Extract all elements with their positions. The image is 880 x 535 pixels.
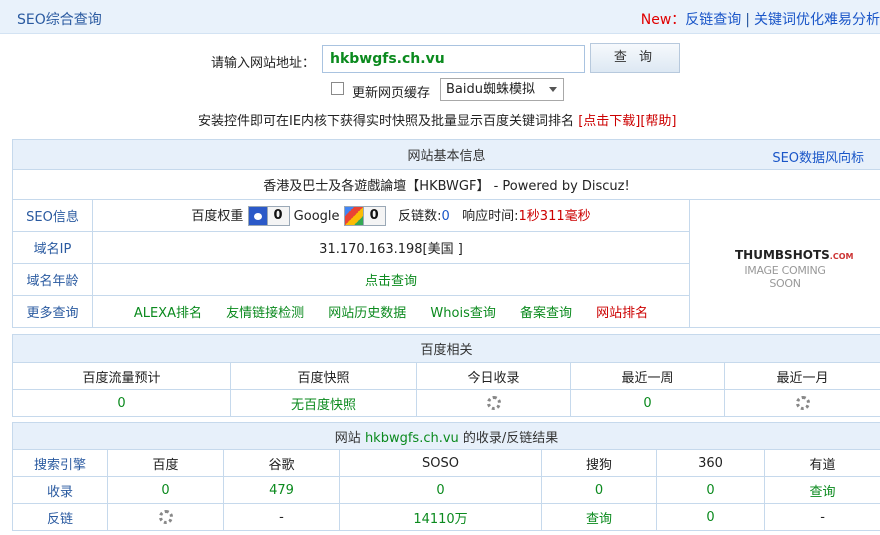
col-search-engine: 搜索引擎 — [12, 449, 108, 477]
install-text: 安装控件即可在IE内核下获得实时快照及批量显示百度关键词排名 — [198, 114, 575, 129]
domain-ip-label: 域名IP — [12, 231, 93, 264]
indexed-360: 0 — [656, 476, 765, 504]
thumbshots-logo: THUMBSHOTS.COM — [735, 248, 853, 262]
indexed-google: 479 — [223, 476, 340, 504]
baidu-month-value — [723, 389, 880, 417]
baidu-today-value — [416, 389, 571, 417]
install-notice: 安装控件即可在IE内核下获得实时快照及批量显示百度关键词排名 [点击下载][帮助… — [198, 110, 677, 129]
response-time-value: 1秒311毫秒 — [518, 208, 591, 224]
thumbshots-logo-suffix: .COM — [829, 252, 854, 261]
query-button[interactable]: 查 询 — [590, 43, 680, 73]
more-queries-links: ALEXA排名 友情链接检测 网站历史数据 Whois查询 备案查询 网站排名 — [92, 295, 690, 328]
backlinks-label: 反链数: — [398, 208, 442, 224]
domain-ip-value: 31.170.163.198[美国 ] — [92, 231, 690, 264]
top-bar: SEO综合查询 New：反链查询 | 关键词优化难易分析 — [0, 0, 880, 34]
col-360: 360 — [656, 449, 765, 477]
baidu-weight-value: 0 — [266, 207, 289, 226]
indexed-baidu: 0 — [107, 476, 224, 504]
google-label: Google — [293, 208, 340, 224]
response-time-label: 响应时间: — [462, 208, 519, 224]
backlinks-value: 0 — [441, 208, 450, 224]
chevron-down-icon — [549, 87, 557, 92]
col-youdao: 有道 — [763, 449, 880, 477]
site-rank-link[interactable]: 网站排名 — [596, 306, 648, 321]
thumbshots-subtitle: IMAGE COMING SOON — [744, 264, 826, 290]
col-soso: SOSO — [339, 449, 542, 477]
backlink-query-link[interactable]: 反链查询 — [685, 12, 741, 28]
domain-age-label: 域名年龄 — [12, 263, 93, 296]
new-label: New： — [640, 12, 686, 28]
update-cache-label: 更新网页缓存 — [352, 86, 431, 101]
col-google: 谷歌 — [223, 449, 340, 477]
engine-select[interactable]: Baidu蜘蛛模拟 — [440, 78, 564, 101]
help-link[interactable]: [帮助] — [640, 114, 676, 129]
friend-link-check-link[interactable]: 友情链接检测 — [226, 306, 304, 321]
baidu-col-week: 最近一周 — [570, 362, 725, 390]
indexed-sogou: 0 — [541, 476, 657, 504]
site-title: 香港及巴士及各遊戲論壇【HKBWGF】 - Powered by Discuz! — [11, 169, 880, 200]
baidu-col-month: 最近一月 — [723, 362, 880, 390]
baidu-week-value: 0 — [570, 389, 725, 417]
backlinks-sogou-link[interactable]: 查询 — [541, 503, 657, 531]
backlinks-soso: 14110万 — [339, 503, 542, 531]
loading-spinner-icon — [158, 510, 173, 524]
separator: | — [745, 12, 750, 28]
seo-info-label: SEO信息 — [12, 199, 93, 232]
url-label: 请输入网站地址： — [211, 56, 316, 71]
indexed-soso: 0 — [339, 476, 542, 504]
backlinks-google: - — [223, 503, 340, 531]
results-header-domain: hkbwgfs.ch.vu — [364, 430, 459, 446]
backlinks-360: 0 — [656, 503, 765, 531]
results-header: 网站 hkbwgfs.ch.vu 的收录/反链结果 — [11, 422, 880, 450]
baidu-weight-badge[interactable]: 0 — [247, 206, 290, 227]
indexed-youdao-link[interactable]: 查询 — [763, 476, 880, 504]
icp-record-link[interactable]: 备案查询 — [520, 306, 572, 321]
results-header-suffix: 的收录/反链结果 — [462, 430, 559, 446]
top-links: New：反链查询 | 关键词优化难易分析 — [641, 9, 880, 29]
backlinks-row-label: 反链 — [12, 503, 108, 531]
google-icon — [344, 207, 363, 226]
baidu-col-today: 今日收录 — [416, 362, 571, 390]
baidu-weight-label: 百度权重 — [191, 208, 244, 224]
indexed-row-label: 收录 — [12, 476, 108, 504]
thumbshots-logo-text: THUMBSHOTS — [735, 248, 830, 262]
col-sogou: 搜狗 — [541, 449, 657, 477]
alexa-rank-link[interactable]: ALEXA排名 — [134, 306, 202, 321]
backlinks-baidu — [107, 503, 224, 531]
col-baidu: 百度 — [107, 449, 224, 477]
update-cache-checkbox[interactable] — [331, 82, 344, 95]
domain-age-link[interactable]: 点击查询 — [92, 263, 690, 296]
download-link[interactable]: [点击下载] — [578, 114, 640, 129]
app-title: SEO综合查询 — [17, 12, 102, 28]
site-info-title: 网站基本信息 — [407, 149, 486, 164]
whois-link[interactable]: Whois查询 — [430, 306, 495, 321]
google-pr-badge[interactable]: 0 — [343, 206, 386, 227]
baidu-table: 百度相关 百度流量预计 百度快照 今日收录 最近一周 最近一月 0 无百度快照 … — [11, 334, 880, 417]
baidu-traffic-value: 0 — [12, 389, 231, 417]
baidu-paw-icon — [248, 207, 267, 226]
results-table: 网站 hkbwgfs.ch.vu 的收录/反链结果 搜索引擎 百度 谷歌 SOS… — [11, 422, 880, 531]
google-pr-value: 0 — [362, 207, 385, 226]
seo-trend-link[interactable]: SEO数据风向标 — [772, 147, 864, 166]
results-header-prefix: 网站 — [334, 430, 361, 446]
site-info-table: 网站基本信息 SEO数据风向标 香港及巴士及各遊戲論壇【HKBWGF】 - Po… — [11, 139, 880, 328]
keyword-analysis-link[interactable]: 关键词优化难易分析 — [754, 12, 880, 28]
seo-info-values: 百度权重 0 Google 0 反链数:0 响应时间:1秒311毫秒 — [92, 199, 690, 232]
engine-selected-value: Baidu蜘蛛模拟 — [446, 82, 535, 97]
baidu-snapshot-value[interactable]: 无百度快照 — [230, 389, 417, 417]
url-input[interactable] — [322, 45, 585, 73]
site-info-header: 网站基本信息 SEO数据风向标 — [11, 139, 880, 170]
thumbshots-placeholder: THUMBSHOTS.COM IMAGE COMING SOON — [735, 248, 853, 290]
backlinks-youdao: - — [763, 503, 880, 531]
loading-spinner-icon — [486, 396, 501, 410]
loading-spinner-icon — [795, 396, 810, 410]
site-history-link[interactable]: 网站历史数据 — [328, 306, 406, 321]
baidu-header: 百度相关 — [11, 334, 880, 363]
more-queries-label: 更多查询 — [12, 295, 93, 328]
baidu-col-traffic: 百度流量预计 — [12, 362, 231, 390]
baidu-col-snapshot: 百度快照 — [230, 362, 417, 390]
